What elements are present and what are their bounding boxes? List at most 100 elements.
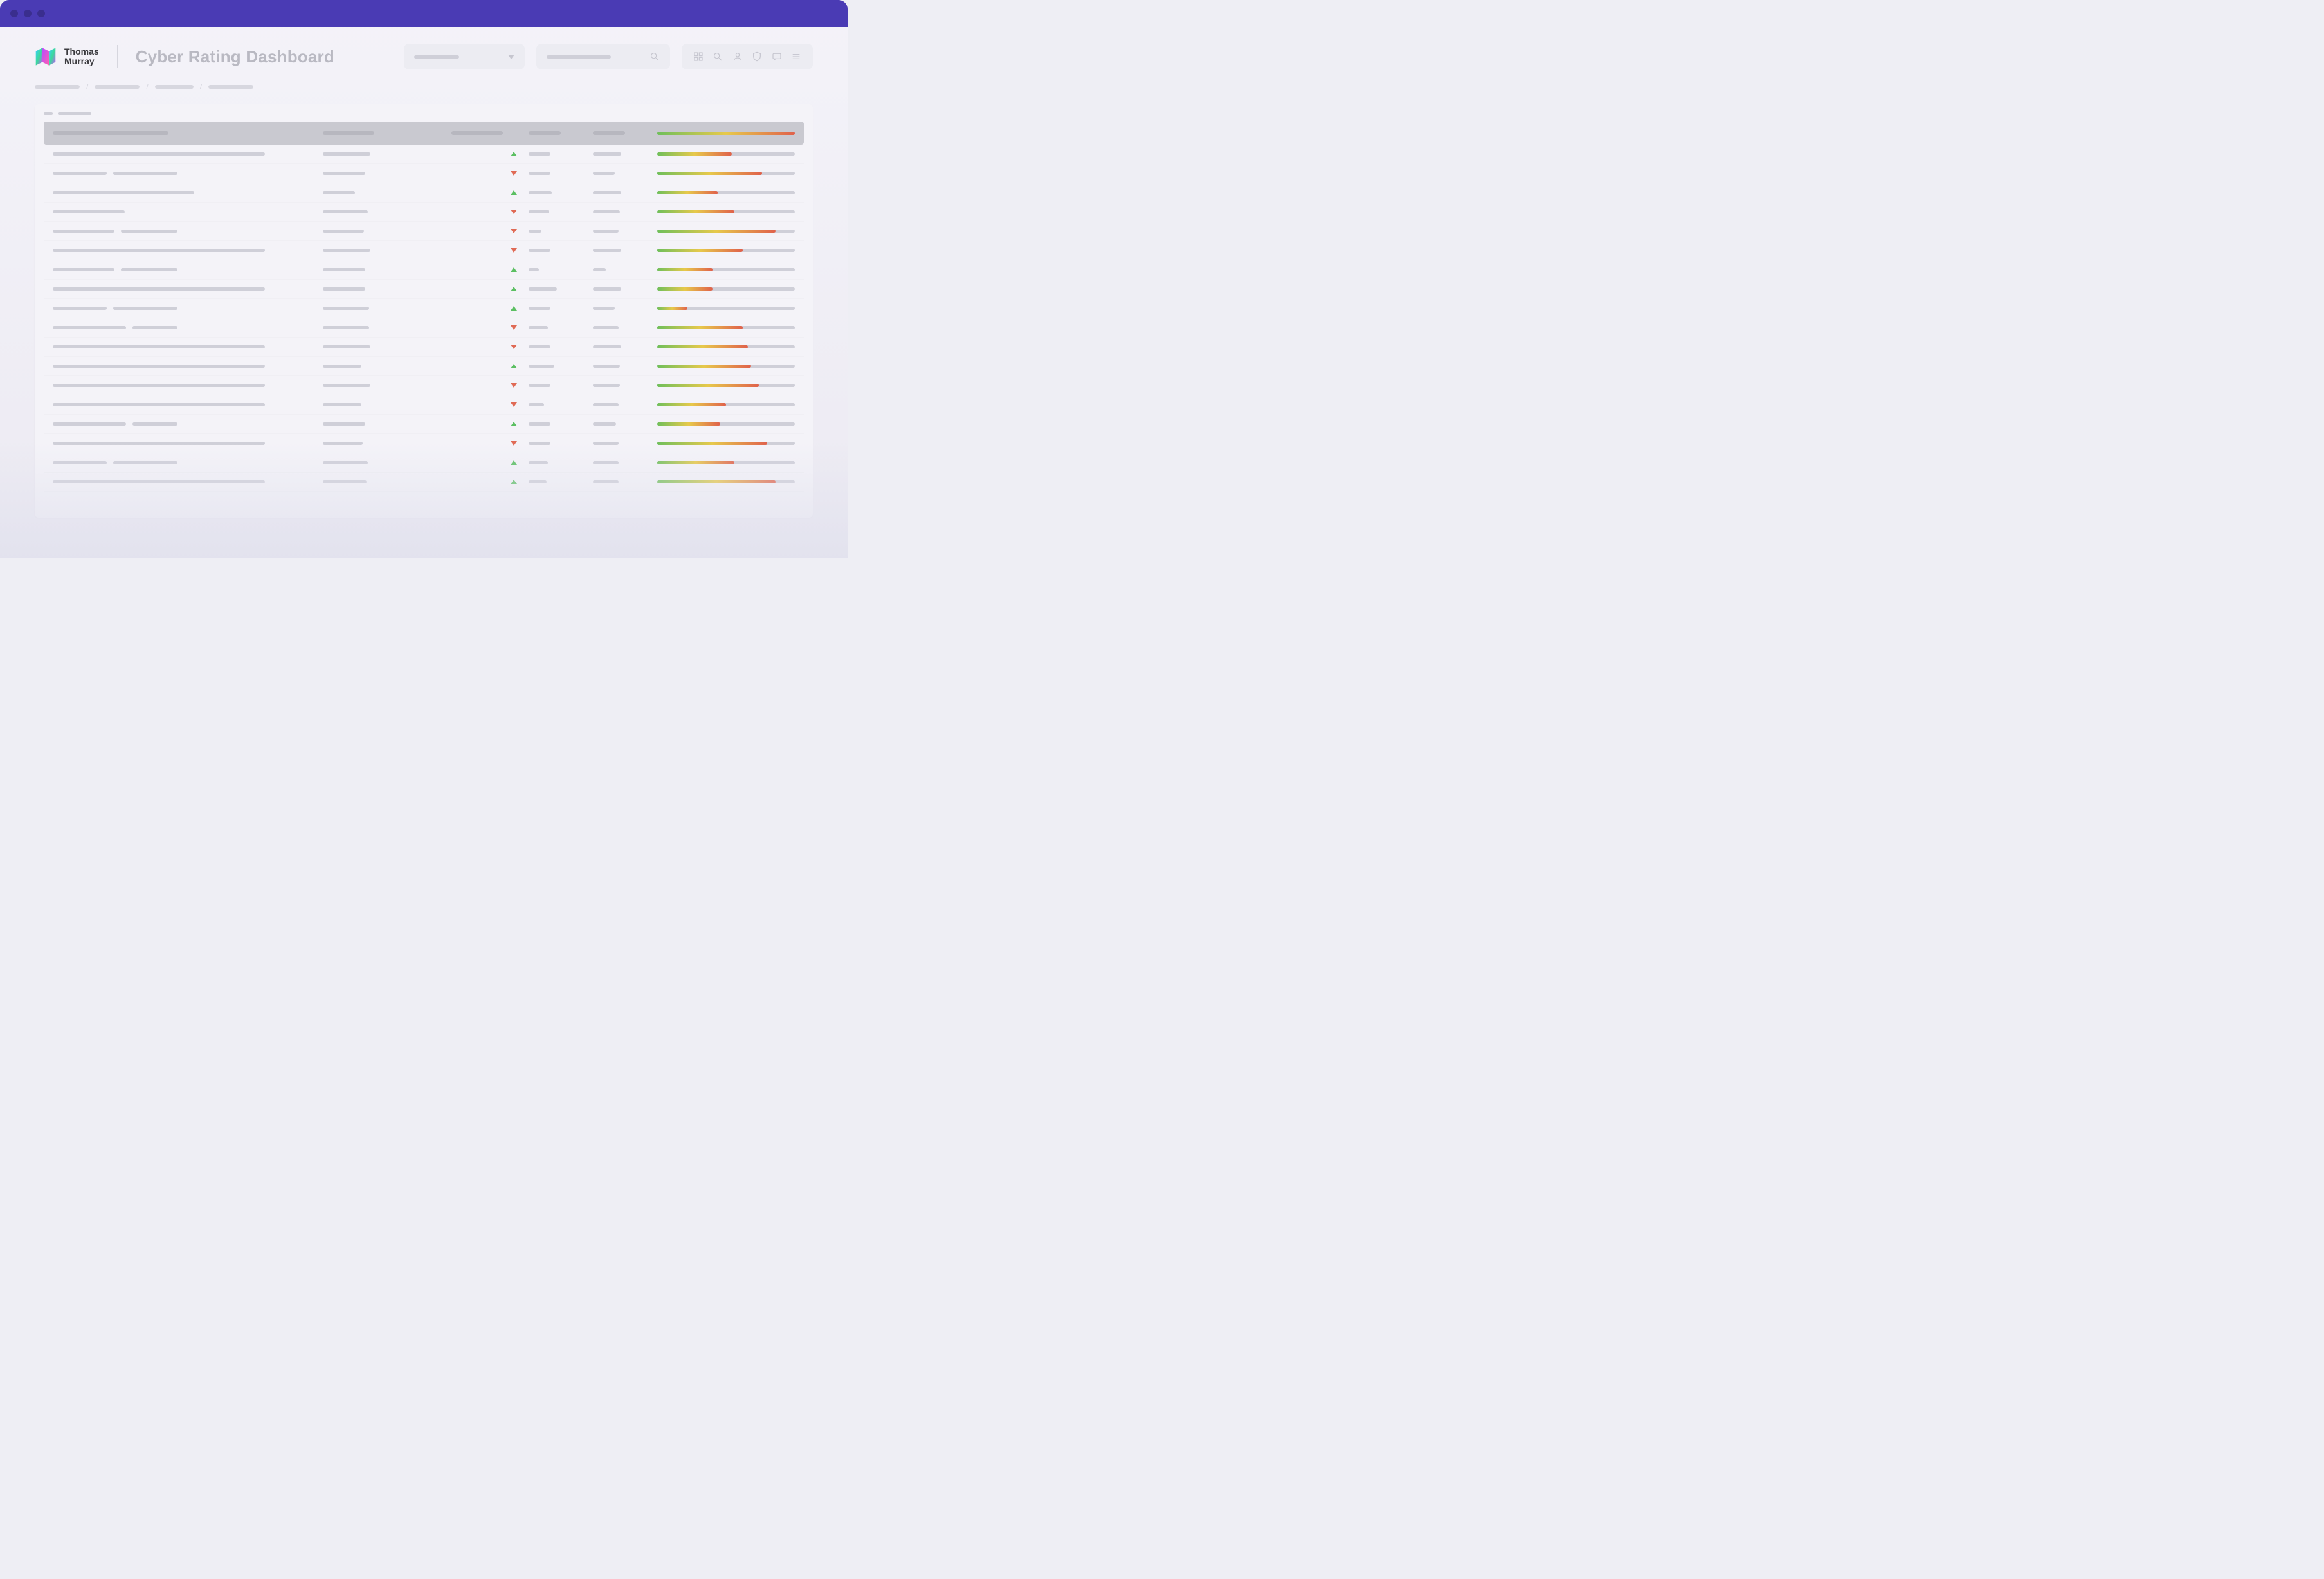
- table-row[interactable]: [44, 164, 804, 183]
- row-col4-placeholder: [529, 365, 554, 368]
- row-name-placeholder: [53, 152, 265, 156]
- rating-sparkline: [657, 210, 795, 213]
- breadcrumb-separator: /: [86, 82, 88, 91]
- row-col5-placeholder: [593, 403, 619, 406]
- table-row[interactable]: [44, 357, 804, 376]
- table-row[interactable]: [44, 318, 804, 338]
- breadcrumb-item[interactable]: [155, 85, 194, 89]
- table-row[interactable]: [44, 145, 804, 164]
- row-col5-placeholder: [593, 268, 606, 271]
- row-col5-placeholder: [593, 152, 621, 156]
- row-col5-placeholder: [593, 461, 619, 464]
- window-dot-max-icon[interactable]: [37, 10, 45, 17]
- trend-down-icon: [511, 171, 517, 176]
- rating-sparkline: [657, 461, 795, 464]
- row-name-placeholder: [53, 403, 265, 406]
- row-col4-placeholder: [529, 384, 550, 387]
- breadcrumb-item[interactable]: [35, 85, 80, 89]
- menu-icon[interactable]: [791, 51, 801, 62]
- row-name-placeholder: [53, 287, 265, 291]
- breadcrumb-separator: /: [146, 82, 148, 91]
- row-col2-placeholder: [323, 230, 364, 233]
- row-col2-placeholder: [323, 249, 370, 252]
- table-row[interactable]: [44, 222, 804, 241]
- shield-icon[interactable]: [752, 51, 762, 62]
- row-col2-placeholder: [323, 172, 365, 175]
- trend-down-icon: [511, 441, 517, 446]
- rating-sparkline: [657, 249, 795, 252]
- th-col5[interactable]: [593, 131, 625, 135]
- th-col3[interactable]: [451, 131, 503, 135]
- trend-up-icon: [511, 267, 517, 272]
- chevron-down-icon: [508, 55, 514, 59]
- table-row[interactable]: [44, 280, 804, 299]
- row-col4-placeholder: [529, 268, 539, 271]
- brand-logo[interactable]: Thomas Murray: [35, 47, 99, 66]
- breadcrumb-item[interactable]: [95, 85, 140, 89]
- th-col2[interactable]: [323, 131, 374, 135]
- row-col2-placeholder: [323, 403, 361, 406]
- row-name-placeholder: [53, 268, 114, 271]
- th-col4[interactable]: [529, 131, 561, 135]
- search-icon[interactable]: [713, 51, 723, 62]
- row-name-placeholder-2: [132, 326, 177, 329]
- th-name[interactable]: [53, 131, 168, 135]
- rating-sparkline: [657, 172, 795, 175]
- rating-sparkline: [657, 326, 795, 329]
- titlebar: [0, 0, 848, 27]
- row-col4-placeholder: [529, 287, 557, 291]
- row-col2-placeholder: [323, 480, 367, 483]
- row-name-placeholder: [53, 249, 265, 252]
- table-row[interactable]: [44, 183, 804, 203]
- table-row[interactable]: [44, 395, 804, 415]
- search-input[interactable]: [536, 44, 670, 69]
- row-col5-placeholder: [593, 365, 620, 368]
- table-row[interactable]: [44, 376, 804, 395]
- user-icon[interactable]: [732, 51, 743, 62]
- rating-sparkline: [657, 345, 795, 348]
- chat-icon[interactable]: [772, 51, 782, 62]
- window-dot-close-icon[interactable]: [10, 10, 18, 17]
- row-name-placeholder: [53, 422, 126, 426]
- trend-up-icon: [511, 460, 517, 465]
- table-row[interactable]: [44, 203, 804, 222]
- rating-sparkline: [657, 442, 795, 445]
- tab-indicator[interactable]: [44, 112, 53, 115]
- row-col2-placeholder: [323, 268, 365, 271]
- table-row[interactable]: [44, 260, 804, 280]
- row-col2-placeholder: [323, 191, 355, 194]
- row-col5-placeholder: [593, 307, 615, 310]
- row-col2-placeholder: [323, 345, 370, 348]
- rating-sparkline: [657, 422, 795, 426]
- rating-sparkline: [657, 152, 795, 156]
- row-name-placeholder: [53, 365, 265, 368]
- row-col4-placeholder: [529, 172, 550, 175]
- row-col4-placeholder: [529, 403, 544, 406]
- table-row[interactable]: [44, 473, 804, 492]
- header: Thomas Murray Cyber Rating Dashboard: [0, 27, 848, 76]
- row-col5-placeholder: [593, 480, 619, 483]
- row-col2-placeholder: [323, 384, 370, 387]
- row-col4-placeholder: [529, 480, 547, 483]
- search-icon: [649, 51, 660, 62]
- table-row[interactable]: [44, 241, 804, 260]
- window-dot-min-icon[interactable]: [24, 10, 32, 17]
- row-col5-placeholder: [593, 230, 619, 233]
- breadcrumb-item[interactable]: [208, 85, 253, 89]
- row-col5-placeholder: [593, 384, 620, 387]
- table-row[interactable]: [44, 338, 804, 357]
- grid-icon[interactable]: [693, 51, 704, 62]
- row-col5-placeholder: [593, 326, 619, 329]
- row-col5-placeholder: [593, 210, 620, 213]
- table-row[interactable]: [44, 453, 804, 473]
- table-row[interactable]: [44, 415, 804, 434]
- tab-label-placeholder[interactable]: [58, 112, 91, 115]
- row-col2-placeholder: [323, 422, 365, 426]
- rating-sparkline: [657, 480, 795, 483]
- row-name-placeholder: [53, 307, 107, 310]
- table-row[interactable]: [44, 434, 804, 453]
- filter-dropdown[interactable]: [404, 44, 525, 69]
- table-row[interactable]: [44, 299, 804, 318]
- row-col2-placeholder: [323, 210, 368, 213]
- rating-sparkline: [657, 307, 795, 310]
